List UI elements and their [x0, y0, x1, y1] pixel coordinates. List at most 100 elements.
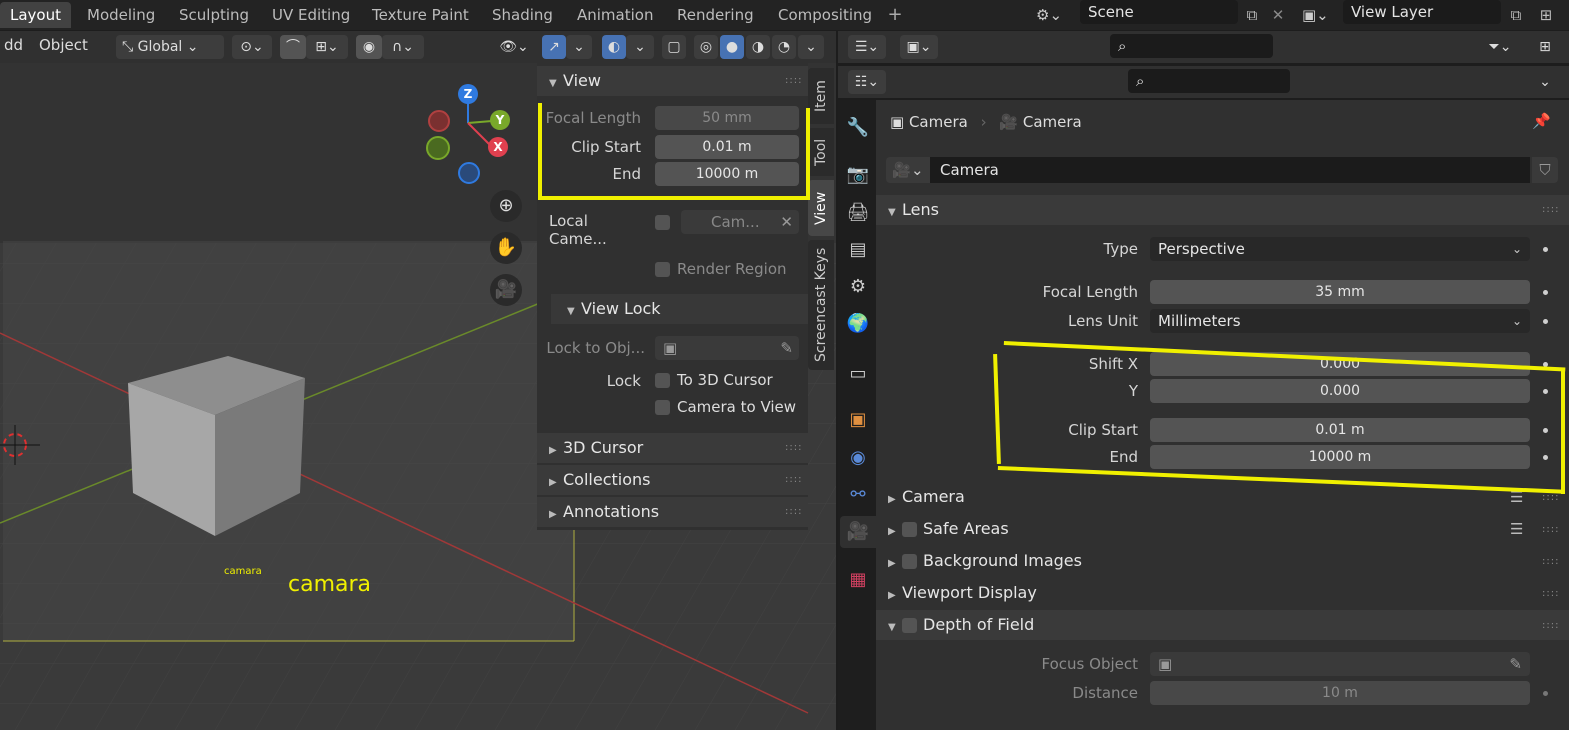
collections-panel-header[interactable]: ▶ Collections: [537, 465, 808, 495]
transform-orientation-dropdown[interactable]: ⤡ Global ⌄: [116, 35, 224, 59]
constraints-icon[interactable]: ⚯: [846, 483, 870, 507]
background-images-checkbox[interactable]: [902, 554, 917, 569]
filter-view-icon[interactable]: ▣⌄: [900, 35, 938, 59]
annotations-panel-header[interactable]: ▶ Annotations: [537, 497, 808, 527]
drag-handle-icon[interactable]: ::::: [1542, 556, 1559, 567]
tab-rendering[interactable]: Rendering: [667, 2, 764, 28]
rendered-shading-icon[interactable]: ◔: [772, 35, 796, 59]
add-workspace-icon[interactable]: +: [884, 3, 906, 27]
render-icon[interactable]: 📷: [846, 163, 870, 187]
new-scene-icon[interactable]: ⧉: [1240, 3, 1264, 27]
solid-shading-icon[interactable]: ●: [720, 35, 744, 59]
object-menu[interactable]: Object: [39, 36, 88, 54]
eyedropper-icon[interactable]: ✎: [780, 336, 793, 360]
render-region-checkbox[interactable]: [655, 262, 670, 277]
tab-texture-paint[interactable]: Texture Paint: [362, 2, 479, 28]
sidebar-tab-tool[interactable]: Tool: [808, 128, 834, 176]
remove-view-layer-icon[interactable]: ⊞: [1532, 3, 1560, 27]
lens-panel-header[interactable]: ▼ Lens: [876, 195, 1569, 225]
drag-handle-icon[interactable]: ::::: [785, 474, 802, 485]
neg-z-axis-icon[interactable]: [458, 162, 480, 184]
shift-y-field[interactable]: 0.000: [1150, 379, 1530, 403]
keyframe-dot-icon[interactable]: [1543, 389, 1548, 394]
wireframe-shading-icon[interactable]: ◎: [694, 35, 718, 59]
presets-list-icon[interactable]: ☰: [1510, 520, 1523, 538]
properties-search-input[interactable]: ⌕: [1128, 69, 1290, 93]
lock-to-object-field[interactable]: ▣ ✎: [655, 336, 799, 360]
focal-length-field[interactable]: 50 mm: [655, 106, 799, 130]
output-icon[interactable]: 🖨: [846, 201, 870, 225]
view-layer-field[interactable]: View Layer: [1343, 0, 1501, 24]
tab-layout[interactable]: Layout: [0, 2, 71, 28]
proportional-edit-icon[interactable]: ◉: [356, 35, 382, 59]
tab-uv-editing[interactable]: UV Editing: [262, 2, 360, 28]
depth-of-field-panel-header[interactable]: ▼ Depth of Field: [876, 610, 1569, 640]
pivot-point-icon[interactable]: ⊙⌄: [232, 35, 272, 59]
eyedropper-icon[interactable]: ✎: [1509, 652, 1522, 676]
collection-icon[interactable]: ▭: [846, 362, 870, 386]
view-lock-header[interactable]: ▼ View Lock: [551, 294, 808, 324]
keyframe-dot-icon[interactable]: [1543, 319, 1548, 324]
lens-type-dropdown[interactable]: Perspective ⌄: [1150, 237, 1530, 261]
overlays-dropdown-icon[interactable]: ⌄: [626, 35, 654, 59]
scene-icon[interactable]: ⚙: [846, 275, 870, 299]
camera-view-icon[interactable]: 🎥: [490, 274, 522, 306]
keyframe-dot-icon[interactable]: [1543, 691, 1548, 696]
new-collection-icon[interactable]: ⊞: [1532, 35, 1558, 59]
scene-name-field[interactable]: Scene: [1080, 0, 1238, 24]
texture-icon[interactable]: ▦: [846, 568, 870, 592]
clip-end-field[interactable]: 10000 m: [655, 162, 799, 186]
sidebar-tab-screencast-keys[interactable]: Screencast Keys: [808, 240, 834, 370]
tool-icon[interactable]: 🔧: [846, 116, 870, 140]
viewport-display-panel-header[interactable]: ▶ Viewport Display: [876, 578, 1569, 608]
view-panel-header[interactable]: ▼ View: [537, 66, 808, 96]
gizmo-dropdown-icon[interactable]: ⌄: [566, 35, 592, 59]
drag-handle-icon[interactable]: ::::: [785, 506, 802, 517]
drag-handle-icon[interactable]: ::::: [785, 442, 802, 453]
keyframe-dot-icon[interactable]: [1543, 428, 1548, 433]
safe-areas-panel-header[interactable]: ▶ Safe Areas: [876, 514, 1569, 544]
local-camera-checkbox[interactable]: [655, 215, 670, 230]
visibility-icon[interactable]: 👁⌄: [492, 35, 536, 59]
filter-icon[interactable]: ⏷⌄: [1480, 35, 1520, 59]
delete-scene-icon[interactable]: ✕: [1266, 3, 1290, 27]
keyframe-dot-icon[interactable]: [1543, 455, 1548, 460]
focus-object-field[interactable]: ▣ ✎: [1150, 652, 1530, 676]
material-shading-icon[interactable]: ◑: [746, 35, 770, 59]
gizmo-icon[interactable]: ↗: [542, 35, 566, 59]
object-icon[interactable]: ▣: [846, 408, 870, 432]
tab-animation[interactable]: Animation: [567, 2, 663, 28]
overlays-icon[interactable]: ◐: [602, 35, 626, 59]
lens-unit-dropdown[interactable]: Millimeters ⌄: [1150, 309, 1530, 333]
pan-hand-icon[interactable]: ✋: [490, 232, 522, 264]
sidebar-tab-view[interactable]: View: [808, 180, 834, 236]
shading-dropdown-icon[interactable]: ⌄: [798, 35, 824, 59]
physics-icon[interactable]: ◉: [846, 446, 870, 470]
tab-compositing[interactable]: Compositing: [768, 2, 882, 28]
view-layer-selector-icon[interactable]: ▣⌄: [1302, 3, 1342, 27]
clip-end-field[interactable]: 10000 m: [1150, 445, 1530, 469]
safe-areas-checkbox[interactable]: [902, 522, 917, 537]
options-chevron-icon[interactable]: ⌄: [1532, 70, 1558, 94]
world-icon[interactable]: 🌍: [846, 312, 870, 336]
focal-length-field[interactable]: 35 mm: [1150, 280, 1530, 304]
display-mode-icon[interactable]: ☰⌄: [848, 35, 886, 59]
drag-handle-icon[interactable]: ::::: [1542, 524, 1559, 535]
3d-cursor-panel-header[interactable]: ▶ 3D Cursor: [537, 433, 808, 463]
camera-to-view-checkbox[interactable]: [655, 400, 670, 415]
tab-shading[interactable]: Shading: [482, 2, 563, 28]
snap-target-icon[interactable]: ⊞⌄: [306, 35, 348, 59]
xray-icon[interactable]: ▢: [662, 35, 686, 59]
distance-field[interactable]: 10 m: [1150, 681, 1530, 705]
drag-handle-icon[interactable]: ::::: [1542, 204, 1559, 215]
outliner-search-input[interactable]: ⌕: [1110, 34, 1273, 58]
background-images-panel-header[interactable]: ▶ Background Images: [876, 546, 1569, 576]
drag-handle-icon[interactable]: ::::: [785, 75, 802, 86]
tab-sculpting[interactable]: Sculpting: [169, 2, 259, 28]
keyframe-dot-icon[interactable]: [1543, 290, 1548, 295]
zoom-icon[interactable]: ⊕: [490, 190, 522, 222]
sidebar-tab-item[interactable]: Item: [808, 68, 834, 124]
depth-of-field-checkbox[interactable]: [902, 618, 917, 633]
local-camera-field[interactable]: Cam... ✕: [681, 210, 799, 234]
pin-icon[interactable]: 📌: [1532, 112, 1551, 130]
